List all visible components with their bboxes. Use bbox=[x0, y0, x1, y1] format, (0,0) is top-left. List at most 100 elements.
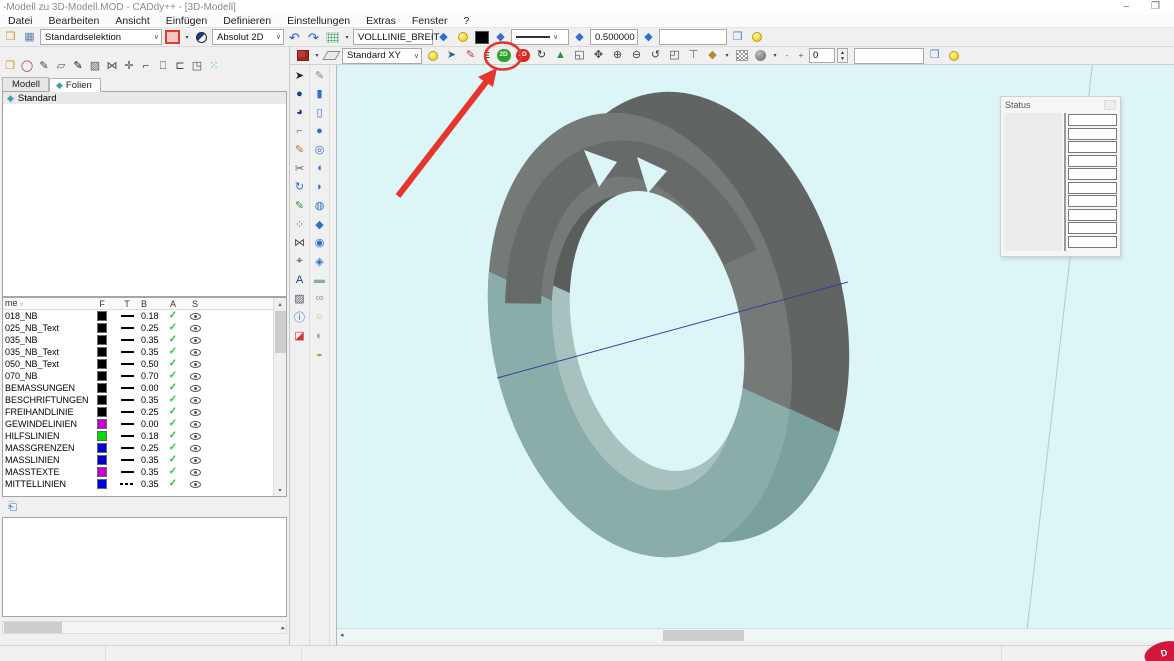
layer-linetype-cell[interactable] bbox=[115, 459, 139, 462]
layer-assign-icon[interactable]: ◆ bbox=[435, 29, 452, 45]
view-2d-button[interactable]: 2D bbox=[495, 48, 512, 64]
menu-item[interactable]: Einstellungen bbox=[279, 15, 358, 27]
scrollbar-thumb[interactable] bbox=[663, 630, 744, 641]
increase-button[interactable]: + bbox=[795, 48, 807, 64]
layer-active-cell[interactable]: ✓ bbox=[163, 455, 183, 465]
dimension-tool-icon[interactable]: ⊤ bbox=[685, 48, 702, 64]
wedge-icon[interactable]: ◆ bbox=[310, 215, 329, 234]
page-export-icon[interactable]: ⎗ bbox=[4, 499, 21, 515]
layer-color-cell[interactable] bbox=[89, 371, 115, 381]
layer-visible-cell[interactable] bbox=[183, 445, 207, 452]
layer-visible-cell[interactable] bbox=[183, 385, 207, 392]
panel-tab[interactable]: Modell bbox=[2, 77, 49, 91]
scrollbar-thumb[interactable] bbox=[4, 622, 62, 633]
column-header-t[interactable]: T bbox=[115, 298, 139, 309]
sphere-green-icon[interactable]: ◒ bbox=[310, 345, 329, 364]
layer-row[interactable]: 035_NB_Text 0.35 ✓ bbox=[3, 346, 286, 358]
layer-color-cell[interactable] bbox=[89, 431, 115, 441]
layer-width[interactable]: 0.35 bbox=[139, 335, 163, 345]
save-icon[interactable]: ▦ bbox=[21, 29, 38, 45]
layer-row[interactable]: MASSGRENZEN 0.25 ✓ bbox=[3, 442, 286, 454]
layer-color-cell[interactable] bbox=[89, 359, 115, 369]
layer-visible-cell[interactable] bbox=[183, 373, 207, 380]
layer-color-cell[interactable] bbox=[89, 479, 115, 489]
sphere-icon[interactable]: ● bbox=[310, 122, 329, 141]
modify-tool-icon[interactable]: ✂ bbox=[290, 159, 309, 178]
sketch-pen-icon[interactable]: ✎ bbox=[462, 48, 479, 64]
layer-active-cell[interactable]: ✓ bbox=[163, 359, 183, 369]
dots-grid-icon[interactable]: ⁙ bbox=[206, 59, 222, 75]
rotate-model-icon[interactable]: ↻ bbox=[533, 48, 550, 64]
layer-color-cell[interactable] bbox=[89, 311, 115, 321]
circle-edit-icon[interactable]: ◯ bbox=[19, 59, 35, 75]
column-header-s[interactable]: S bbox=[183, 298, 207, 309]
info-icon[interactable]: ⓘ bbox=[290, 308, 309, 327]
layer-linestyle-apply-icon[interactable]: ◆ bbox=[571, 29, 588, 45]
layer-visible-cell[interactable] bbox=[183, 349, 207, 356]
orbit-view-icon[interactable]: ↺ bbox=[647, 48, 664, 64]
new-layer-icon[interactable]: ❒ bbox=[2, 59, 18, 75]
primitive-cube-icon[interactable]: ◆ bbox=[704, 48, 721, 64]
green-pen-icon[interactable]: ✎ bbox=[290, 196, 309, 215]
layer-width[interactable]: 0.35 bbox=[139, 395, 163, 405]
layer-linetype-cell[interactable] bbox=[115, 363, 139, 366]
extrude-icon[interactable]: ⊏ bbox=[172, 59, 188, 75]
layer-active-cell[interactable]: ✓ bbox=[163, 347, 183, 357]
selection-mode-button[interactable] bbox=[164, 29, 181, 45]
pen-icon[interactable]: ✎ bbox=[36, 59, 52, 75]
layer-row[interactable]: 050_NB_Text 0.50 ✓ bbox=[3, 358, 286, 370]
trim-lines-icon[interactable]: ⋈ bbox=[290, 233, 309, 252]
layer-active-cell[interactable]: ✓ bbox=[163, 335, 183, 345]
folder-sphere-button[interactable]: ❒ bbox=[926, 48, 943, 64]
text-tool-icon[interactable]: A bbox=[290, 271, 309, 290]
scroll-up-icon[interactable]: ▴ bbox=[278, 298, 281, 310]
shading-sphere-button[interactable] bbox=[193, 29, 210, 45]
selection-combo[interactable]: Standardselektion ∨ bbox=[40, 29, 162, 45]
primitive-caret[interactable]: ▾ bbox=[723, 52, 731, 59]
loft-icon[interactable]: ◍ bbox=[310, 196, 329, 215]
slab-icon[interactable]: ▬ bbox=[310, 271, 329, 290]
edit-mode-button[interactable]: E bbox=[481, 48, 493, 64]
layer-width[interactable]: 0.25 bbox=[139, 323, 163, 333]
select-tool-icon[interactable]: ➤ bbox=[443, 48, 460, 64]
layer-active-cell[interactable]: ✓ bbox=[163, 323, 183, 333]
layer-width[interactable]: 0.50 bbox=[139, 359, 163, 369]
layer-color-cell[interactable] bbox=[89, 323, 115, 333]
column-header-a[interactable]: A bbox=[163, 298, 183, 309]
layer-row[interactable]: GEWINDELINIEN 0.00 ✓ bbox=[3, 418, 286, 430]
layer-width[interactable]: 0.70 bbox=[139, 371, 163, 381]
menu-item[interactable]: Definieren bbox=[215, 15, 279, 27]
layer-active-cell[interactable]: ✓ bbox=[163, 467, 183, 477]
column-header-name[interactable]: me ▿ bbox=[3, 298, 89, 309]
scroll-right-icon[interactable]: ▸ bbox=[281, 624, 285, 632]
decrease-button[interactable]: - bbox=[781, 48, 793, 64]
hatch-tool-icon[interactable]: ▨ bbox=[290, 289, 309, 308]
layer-linetype-cell[interactable] bbox=[115, 447, 139, 450]
close-icon[interactable] bbox=[1104, 100, 1116, 110]
status-field[interactable] bbox=[1068, 141, 1117, 153]
cylinder-icon[interactable]: ▮ bbox=[310, 85, 329, 104]
layer-width[interactable]: 0.18 bbox=[139, 431, 163, 441]
ref-point-icon[interactable]: ⌖ bbox=[290, 252, 309, 271]
snap-points-icon[interactable]: ⁘ bbox=[290, 215, 309, 234]
view-field[interactable] bbox=[854, 48, 924, 64]
layer-color-cell[interactable] bbox=[89, 467, 115, 477]
layer-active-cell[interactable]: ✓ bbox=[163, 431, 183, 441]
layer-visible-cell[interactable] bbox=[183, 361, 207, 368]
layer-row[interactable]: BEMASSUNGEN 0.00 ✓ bbox=[3, 382, 286, 394]
table-scrollbar[interactable]: ▴ ▾ bbox=[273, 298, 286, 496]
undo-icon[interactable]: ↶ bbox=[286, 29, 303, 45]
layer-visible-cell[interactable] bbox=[183, 433, 207, 440]
layer-width[interactable]: 0.25 bbox=[139, 407, 163, 417]
sphere-light-icon[interactable]: ○ bbox=[310, 308, 329, 327]
draw-pen-icon[interactable]: ✎ bbox=[290, 140, 309, 159]
layer-active-cell[interactable]: ✓ bbox=[163, 443, 183, 453]
layer-visible-cell[interactable] bbox=[183, 457, 207, 464]
layer-row[interactable]: MASSLINIEN 0.35 ✓ bbox=[3, 454, 286, 466]
layer-active-cell[interactable]: ✓ bbox=[163, 383, 183, 393]
status-field[interactable] bbox=[1068, 209, 1117, 221]
layer-width[interactable]: 0.35 bbox=[139, 467, 163, 477]
corner-lines-icon[interactable]: ⌐ bbox=[138, 59, 154, 75]
scene-light-button[interactable] bbox=[945, 48, 962, 64]
layer-linetype-cell[interactable] bbox=[115, 471, 139, 474]
